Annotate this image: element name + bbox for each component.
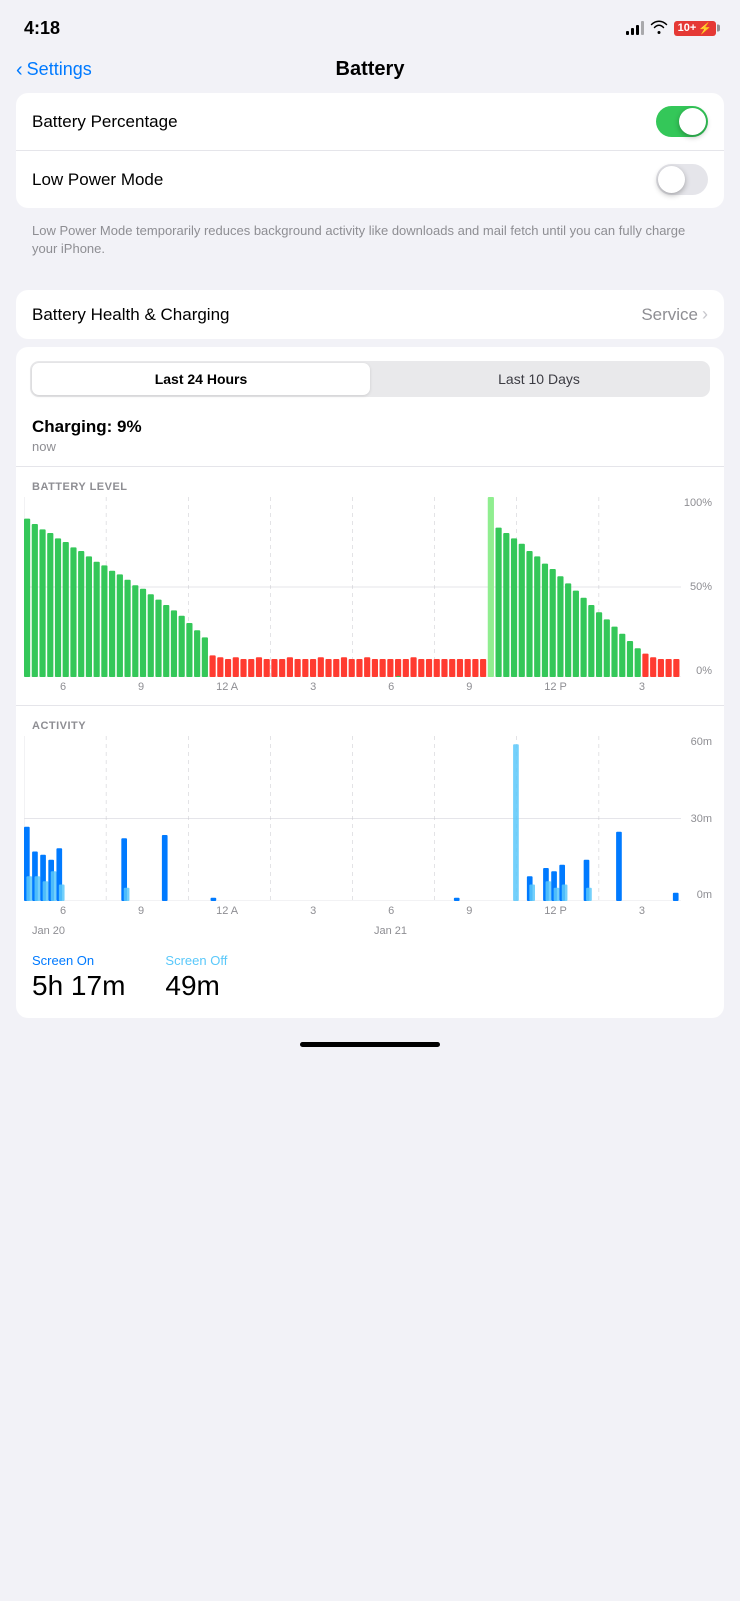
date-jan21: Jan 21 xyxy=(374,925,407,937)
y-label-100: 100% xyxy=(684,497,712,509)
time-range-tabs[interactable]: Last 24 Hours Last 10 Days xyxy=(30,361,710,397)
x-label-3a: 3 xyxy=(310,681,316,693)
y-label-0: 0% xyxy=(696,665,712,677)
x-label-6a: 6 xyxy=(60,681,66,693)
x-label-12a: 12 A xyxy=(216,681,238,693)
signal-icon xyxy=(626,21,644,35)
x-label-12p-act: 12 P xyxy=(544,905,567,917)
battery-level-chart: 100% 50% 0% 6 xyxy=(24,497,716,697)
activity-chart-area xyxy=(24,736,681,901)
battery-percentage-toggle[interactable] xyxy=(656,106,708,137)
charging-info: Charging: 9% now xyxy=(16,407,724,458)
activity-bars xyxy=(24,736,681,901)
status-time: 4:18 xyxy=(24,18,60,39)
charging-title: Charging: 9% xyxy=(32,417,708,437)
x-label-9-act: 9 xyxy=(138,905,144,917)
charging-subtitle: now xyxy=(32,439,708,454)
divider-2 xyxy=(16,705,724,706)
home-bar xyxy=(300,1042,440,1047)
battery-level-label: BATTERY LEVEL xyxy=(16,475,724,497)
toggle-thumb xyxy=(679,108,706,135)
battery-icon: 10+ ⚡ xyxy=(674,21,716,36)
x-label-3b-act: 3 xyxy=(639,905,645,917)
home-indicator xyxy=(0,1030,740,1055)
screen-off-label: Screen Off xyxy=(165,953,227,968)
back-button[interactable]: ‹ Settings xyxy=(16,59,92,80)
date-labels: Jan 20 Jan 21 xyxy=(16,921,724,941)
battery-health-value: Service xyxy=(641,305,698,325)
screen-off-value: 49m xyxy=(165,970,227,1002)
x-label-9b: 9 xyxy=(466,681,472,693)
battery-percentage-label: Battery Percentage xyxy=(32,112,178,132)
screen-on-label: Screen On xyxy=(32,953,125,968)
x-label-6-act: 6 xyxy=(60,905,66,917)
activity-label: ACTIVITY xyxy=(16,714,724,736)
activity-x-labels: 6 9 12 A 3 6 9 12 P 3 xyxy=(24,901,681,921)
x-label-12p: 12 P xyxy=(544,681,567,693)
battery-health-label: Battery Health & Charging xyxy=(32,305,230,325)
date-jan20: Jan 20 xyxy=(32,925,195,937)
y-label-60m: 60m xyxy=(691,736,712,748)
x-label-6b-act: 6 xyxy=(388,905,394,917)
screen-on-value: 5h 17m xyxy=(32,970,125,1002)
battery-health-row[interactable]: Battery Health & Charging Service › xyxy=(16,290,724,339)
battery-chart-area xyxy=(24,497,681,677)
x-label-9b-act: 9 xyxy=(466,905,472,917)
tab-10d[interactable]: Last 10 Days xyxy=(370,363,708,395)
back-chevron-icon: ‹ xyxy=(16,60,23,80)
low-power-description: Low Power Mode temporarily reduces backg… xyxy=(16,216,724,274)
toggle-thumb-2 xyxy=(658,166,685,193)
battery-percentage-row[interactable]: Battery Percentage xyxy=(16,93,724,150)
status-bar: 4:18 10+ ⚡ xyxy=(0,0,740,50)
screen-stats: Screen On 5h 17m Screen Off 49m xyxy=(16,941,724,1018)
x-label-12a-act: 12 A xyxy=(216,905,238,917)
divider-1 xyxy=(16,466,724,467)
x-label-3b: 3 xyxy=(639,681,645,693)
toggles-card: Battery Percentage Low Power Mode xyxy=(16,93,724,208)
nav-header: ‹ Settings Battery xyxy=(0,50,740,93)
battery-health-card: Battery Health & Charging Service › xyxy=(16,290,724,339)
back-label: Settings xyxy=(27,59,92,80)
chevron-right-icon: › xyxy=(702,304,708,325)
tab-24h[interactable]: Last 24 Hours xyxy=(32,363,370,395)
battery-x-labels: 6 9 12 A 3 6 9 12 P 3 xyxy=(24,677,681,697)
battery-bars xyxy=(24,497,681,677)
page-title: Battery xyxy=(336,58,405,81)
low-power-mode-label: Low Power Mode xyxy=(32,170,163,190)
activity-chart: 60m 30m 0m 6 9 xyxy=(24,736,716,921)
screen-on-stat: Screen On 5h 17m xyxy=(32,953,125,1002)
low-power-mode-row[interactable]: Low Power Mode xyxy=(16,150,724,208)
battery-health-right: Service › xyxy=(641,304,708,325)
screen-off-stat: Screen Off 49m xyxy=(165,953,227,1002)
x-label-9a: 9 xyxy=(138,681,144,693)
y-label-30m: 30m xyxy=(691,813,712,825)
y-label-0m: 0m xyxy=(697,889,712,901)
status-icons: 10+ ⚡ xyxy=(626,20,716,37)
low-power-mode-toggle[interactable] xyxy=(656,164,708,195)
y-label-50: 50% xyxy=(690,581,712,593)
x-label-6b: 6 xyxy=(388,681,394,693)
chart-card: Last 24 Hours Last 10 Days Charging: 9% … xyxy=(16,347,724,1018)
x-label-3-act: 3 xyxy=(310,905,316,917)
wifi-icon xyxy=(650,20,668,37)
